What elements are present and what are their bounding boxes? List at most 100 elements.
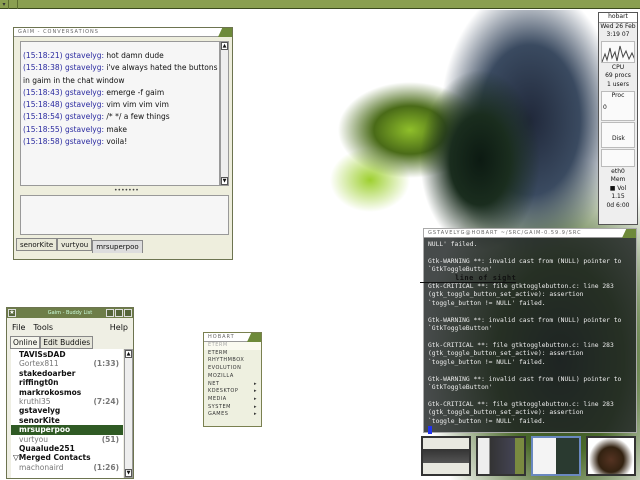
desktop-pager: [421, 436, 636, 476]
buddy-idle: (1:26): [93, 462, 119, 472]
terminal-cursor: [428, 425, 432, 434]
buddy-name: kruthl35: [19, 397, 51, 407]
tab-edit-buddies[interactable]: Edit Buddies: [40, 336, 94, 349]
chat-window: GAIM - CONVERSATIONS (15:18:21) gstavely…: [13, 27, 233, 260]
workspace-1[interactable]: [421, 436, 471, 476]
cpu-graph: [601, 40, 635, 63]
buddy-item[interactable]: machonaird (1:26): [11, 463, 123, 472]
chat-tab-active[interactable]: mrsuperpoo: [92, 240, 143, 253]
buddy-item[interactable]: Gortex811 (1:33): [11, 359, 123, 368]
buddy-name: vurtyou: [19, 434, 48, 444]
buddy-name: gstavelyg: [19, 406, 61, 416]
chat-message: (15:18:38) gstavelyg: i've always hated …: [23, 62, 218, 74]
app-menu-item[interactable]: SYSTEM ▸: [204, 404, 261, 412]
app-menu-item[interactable]: KDESKTOP ▸: [204, 388, 261, 396]
cpu-label: CPU: [611, 63, 625, 71]
app-menu-item[interactable]: NET ▸: [204, 381, 261, 389]
chat-message: in gaim in the chat window: [23, 75, 215, 87]
scroll-up-icon[interactable]: ▲: [221, 42, 228, 50]
buddy-scrollbar[interactable]: ▲ ▼: [124, 349, 133, 478]
buddy-item[interactable]: riffingt0n: [11, 378, 123, 387]
message-nick: gstavelyg:: [64, 51, 105, 60]
app-menu-item[interactable]: MOZILLA: [204, 373, 261, 381]
panel-handle[interactable]: [9, 0, 18, 9]
group-header[interactable]: ▽ Merged Contacts: [11, 453, 123, 462]
volume[interactable]: ■ Vol: [599, 185, 637, 194]
star-icon[interactable]: ★: [8, 309, 16, 317]
message-time: (15:18:48): [23, 100, 63, 110]
scroll-up-icon[interactable]: ▲: [125, 350, 132, 358]
top-panel: ▾: [0, 0, 640, 9]
app-menu-item[interactable]: ETERM: [204, 350, 261, 358]
uptime: 0d 6:00: [606, 201, 630, 209]
app-menu-item[interactable]: RHYTHMBOX: [204, 357, 261, 365]
buddy-idle: (1:33): [93, 359, 119, 369]
chat-input[interactable]: [20, 195, 229, 235]
menu-tools[interactable]: Tools: [33, 323, 53, 336]
scroll-down-icon[interactable]: ▼: [125, 469, 132, 477]
app-menu: HOBART ETERM ETERM RHYTHMBOX EVOLUTION MOZIL…: [203, 332, 262, 427]
message-time: (15:18:58): [23, 137, 63, 147]
buddy-item[interactable]: senorKite: [11, 416, 123, 425]
chat-tab[interactable]: vurtyou: [57, 238, 93, 251]
buddy-item[interactable]: Quaalude251: [11, 444, 123, 453]
message-time: (15:18:38): [23, 63, 63, 73]
scroll-down-icon[interactable]: ▼: [221, 177, 228, 185]
message-nick: gstavelyg:: [64, 112, 105, 122]
load-average: 1.15: [611, 193, 625, 201]
procs-count: 69 procs: [605, 72, 631, 80]
app-menu-item[interactable]: GAMES ▸: [204, 411, 261, 419]
app-menu-item[interactable]: ETERM: [204, 342, 261, 350]
app-menu-item[interactable]: MEDIA ▸: [204, 396, 261, 404]
app-menu-item[interactable]: EVOLUTION: [204, 365, 261, 373]
workspace-3-active[interactable]: [531, 436, 581, 476]
panel-menu-button[interactable]: ▾: [0, 0, 9, 9]
message-nick: gstavelyg:: [64, 124, 105, 134]
buddy-item[interactable]: kruthl35 (7:24): [11, 397, 123, 406]
message-nick: gstavelyg:: [64, 87, 105, 97]
buddy-name: Quaalude251: [19, 444, 75, 454]
buddy-list: TAVISsDAD Gortex811 (1:33) stakedoarber riff…: [11, 349, 123, 478]
message-nick: gstavelyg:: [64, 137, 105, 147]
message-nick: gstavelyg:: [64, 63, 105, 73]
buddy-item[interactable]: mrsuperpoo: [11, 425, 123, 435]
workspace-4[interactable]: [586, 436, 636, 476]
close-button[interactable]: [124, 309, 132, 317]
chat-title: GAIM - CONVERSATIONS: [14, 28, 232, 37]
window-tab[interactable]: [218, 28, 232, 37]
menu-file[interactable]: File: [12, 323, 25, 336]
message-text: voila!: [106, 137, 128, 147]
workspace-2[interactable]: [476, 436, 526, 476]
net-graph: [601, 148, 635, 167]
volume-icon: ■: [609, 184, 616, 192]
message-text: make: [106, 124, 127, 134]
buddy-name: mrsuperpoo: [19, 425, 71, 435]
message-text: vim vim vim vim: [106, 100, 169, 110]
buddy-name: riffingt0n: [19, 378, 59, 388]
buddy-item[interactable]: vurtyou (51): [11, 435, 123, 444]
pane-grip[interactable]: •••••••: [114, 187, 139, 194]
menu-help[interactable]: Help: [110, 323, 128, 336]
buddy-item[interactable]: stakedoarber: [11, 369, 123, 378]
buddy-item[interactable]: gstavelyg: [11, 406, 123, 415]
chat-tab[interactable]: senorKite: [16, 238, 58, 251]
message-time: (15:18:21): [23, 51, 63, 60]
buddy-title: Gaim - Buddy List: [47, 310, 93, 316]
proc-label: Proc: [611, 91, 625, 99]
terminal-output: NULL' failed. Gtk-WARNING **: invalid ca…: [424, 238, 636, 440]
message-text: in gaim in the chat window: [23, 75, 125, 85]
maximize-button[interactable]: [115, 309, 123, 317]
chat-message: (15:18:43) gstavelyg: emerge -f gaim: [23, 87, 215, 99]
chat-scrollbar[interactable]: ▲ ▼: [220, 41, 229, 186]
buddy-item[interactable]: markrokosmos: [11, 388, 123, 397]
message-time: (15:18:55): [23, 124, 63, 134]
proc-value: 0: [603, 103, 607, 111]
buddy-item[interactable]: TAVISsDAD: [11, 350, 123, 359]
minimize-button[interactable]: [106, 309, 114, 317]
terminal-window[interactable]: GSTAVELYG@HOBART ~/SRC/GAIM-0.59.9/SRC N…: [423, 228, 637, 434]
time: 3:19 07: [606, 31, 630, 39]
mem-label: Mem: [610, 176, 626, 184]
users-count: 1 users: [607, 80, 629, 88]
date: Wed 26 Feb: [600, 22, 636, 30]
tab-online[interactable]: Online: [10, 336, 41, 349]
